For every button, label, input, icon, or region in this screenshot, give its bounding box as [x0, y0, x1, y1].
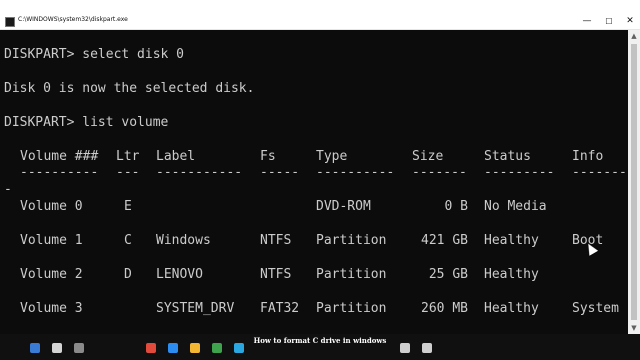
volume-letter: D: [124, 267, 132, 282]
volume-letter: E: [124, 199, 132, 214]
volume-size: 421 GB: [421, 233, 468, 248]
volume-status: Healthy: [484, 301, 539, 316]
volume-fs: NTFS: [260, 267, 292, 282]
minimize-button[interactable]: —: [576, 14, 598, 29]
volume-number: Volume 3: [20, 301, 83, 316]
volume-type: DVD-ROM: [316, 199, 371, 214]
volume-info: System: [572, 301, 619, 316]
volume-number: Volume 1: [20, 233, 83, 248]
column-header-size: Size: [412, 149, 444, 164]
separator: --------: [572, 165, 628, 180]
column-header-status: Status: [484, 149, 531, 164]
volume-label: SYSTEM_DRV: [156, 301, 235, 316]
console-line-command: DISKPART> list volume: [4, 115, 169, 130]
scroll-thumb[interactable]: [631, 44, 637, 320]
volume-letter: C: [124, 233, 132, 248]
volume-type: Partition: [316, 233, 387, 248]
column-header-volume: Volume ###: [20, 149, 99, 164]
video-caption: How to format C drive in windows: [253, 336, 387, 345]
window-titlebar[interactable]: C:\WINDOWS\system32\diskpart.exe — ☐ ✕: [0, 14, 640, 30]
volume-size: 0 B: [444, 199, 468, 214]
column-header-ltr: Ltr: [116, 149, 140, 164]
vertical-scrollbar[interactable]: ▲ ▼: [628, 30, 640, 334]
column-header-fs: Fs: [260, 149, 276, 164]
separator: ----------: [20, 165, 99, 180]
column-header-type: Type: [316, 149, 348, 164]
separator: ----------: [316, 165, 395, 180]
scroll-down-button[interactable]: ▼: [628, 322, 640, 334]
separator-wrap: -: [4, 182, 12, 197]
volume-fs: NTFS: [260, 233, 292, 248]
column-header-label: Label: [156, 149, 196, 164]
volume-number: Volume 2: [20, 267, 83, 282]
volume-status: Healthy: [484, 267, 539, 282]
maximize-button[interactable]: ☐: [598, 14, 620, 29]
volume-size: 25 GB: [428, 267, 468, 282]
separator: ---: [116, 165, 140, 180]
volume-label: Windows: [156, 233, 211, 248]
close-button[interactable]: ✕: [619, 14, 640, 29]
scroll-up-button[interactable]: ▲: [628, 30, 640, 42]
volume-label: LENOVO: [156, 267, 203, 282]
separator: -------: [412, 165, 467, 180]
console-line-command: DISKPART> select disk 0: [4, 47, 185, 62]
volume-number: Volume 0: [20, 199, 83, 214]
console-line-output: Disk 0 is now the selected disk.: [4, 81, 255, 96]
console-app-icon: [5, 17, 15, 27]
window-title: C:\WINDOWS\system32\diskpart.exe: [18, 16, 128, 23]
separator: -----: [260, 165, 300, 180]
separator: -----------: [156, 165, 243, 180]
volume-status: Healthy: [484, 233, 539, 248]
volume-type: Partition: [316, 301, 387, 316]
column-header-info: Info: [572, 149, 604, 164]
volume-status: No Media: [484, 199, 547, 214]
console-output[interactable]: DISKPART> select disk 0 Disk 0 is now th…: [0, 30, 628, 334]
separator: ---------: [484, 165, 555, 180]
volume-type: Partition: [316, 267, 387, 282]
volume-size: 260 MB: [421, 301, 468, 316]
volume-fs: FAT32: [260, 301, 300, 316]
